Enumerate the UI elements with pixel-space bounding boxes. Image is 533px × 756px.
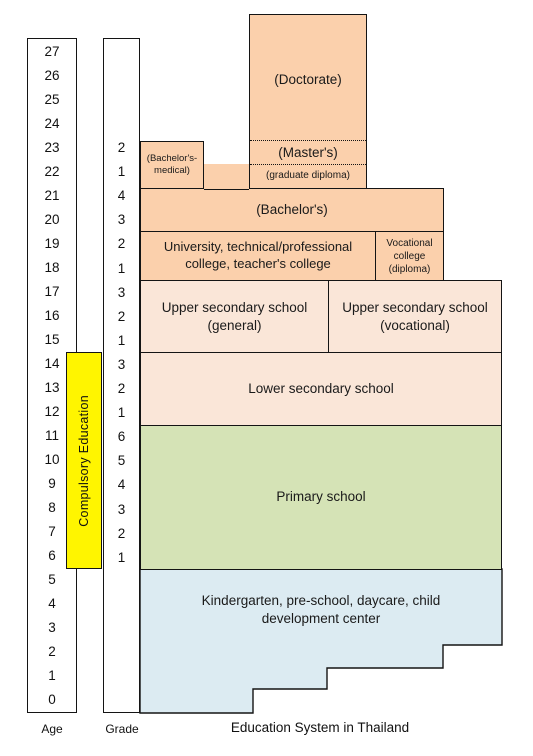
bachelors-block: (Bachelor's) bbox=[140, 188, 444, 232]
upper-secondary-general-label: Upper secondary school (general) bbox=[161, 299, 308, 333]
bachelors-label: (Bachelor's) bbox=[256, 201, 328, 217]
university-label: University, technical/professional colle… bbox=[163, 239, 353, 271]
vocational-college-label: Vocational college (diploma) bbox=[386, 237, 433, 275]
lower-secondary-school-label: Lower secondary school bbox=[248, 380, 394, 396]
vocational-college-block: Vocational college (diploma) bbox=[375, 231, 444, 281]
graduate-bottom-divider bbox=[250, 188, 366, 189]
bachelors-medical-block: (Bachelor's- medical) bbox=[140, 141, 204, 189]
age-axis-caption: Age bbox=[41, 722, 63, 736]
masters-top-divider bbox=[250, 140, 366, 141]
primary-school-block: Primary school bbox=[140, 425, 502, 570]
bachelors-university-divider bbox=[141, 231, 375, 232]
graduate-studies-column bbox=[249, 14, 367, 189]
grade-axis-caption: Grade bbox=[105, 722, 139, 736]
bachelors-medical-connector bbox=[204, 164, 249, 190]
graduate-diploma-top-divider bbox=[250, 164, 366, 165]
diagram-title: Education System in Thailand bbox=[230, 720, 410, 735]
upper-secondary-vocational-label: Upper secondary school (vocational) bbox=[342, 299, 488, 333]
upper-secondary-general-block: Upper secondary school (general) bbox=[140, 280, 329, 353]
university-block: University, technical/professional colle… bbox=[140, 231, 376, 281]
primary-school-label: Primary school bbox=[276, 489, 366, 505]
upper-secondary-vocational-block: Upper secondary school (vocational) bbox=[328, 280, 502, 353]
education-system-diagram: 27 26 25 24 23 22 21 20 19 18 17 16 15 14 13 12 11 10 9 8 7 6… bbox=[0, 0, 533, 756]
lower-secondary-school-block: Lower secondary school bbox=[140, 352, 502, 426]
bachelors-medical-label: (Bachelor's- medical) bbox=[146, 152, 198, 176]
